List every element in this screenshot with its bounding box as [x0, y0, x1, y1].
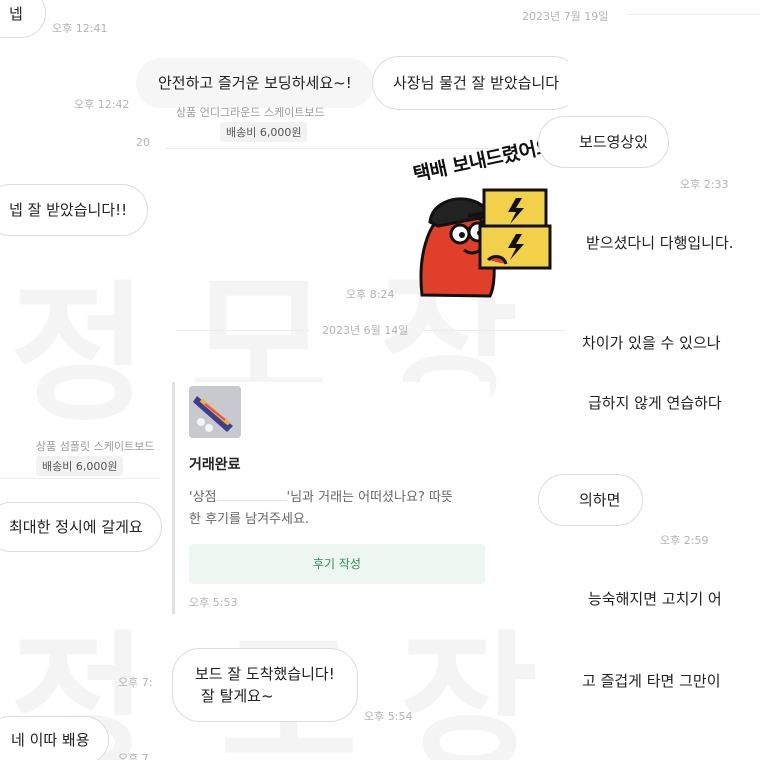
date-divider-line — [176, 330, 310, 331]
card-body-prefix: '상점 — [189, 490, 217, 505]
message-text-line: 잘 탈게요~ — [201, 687, 274, 705]
message-bubble: 최대한 정시에 갈게요 — [0, 502, 162, 552]
product-name: 상품 섬플릿 스케이트보드 — [36, 440, 155, 453]
message-text: 안전하고 즐거운 보딩하세요~! — [158, 74, 352, 92]
message-time: 오후 5:54 — [364, 710, 413, 723]
date-divider: 2023년 7월 19일 — [522, 10, 609, 23]
watermark-char: 정 — [10, 268, 149, 442]
message-text: 급하지 않게 연습하다 — [588, 394, 722, 412]
message-time: 오후 5:53 — [189, 596, 238, 609]
message-time: 오후 8:24 — [346, 288, 395, 301]
message-bubble: 안전하고 즐거운 보딩하세요~! — [136, 58, 374, 108]
message-bubble: 보드 잘 도착했습니다! 잘 탈게요~ — [172, 648, 358, 722]
message-bubble: 사장님 물건 잘 받았습니다 — [372, 56, 581, 110]
message-time: 오후 7: — [118, 676, 153, 689]
message-text: 능숙해지면 고치기 어 — [588, 590, 722, 608]
card-body-line2: 한 후기를 남겨주세요. — [189, 512, 310, 527]
message-bubble: 의하면 — [538, 474, 644, 526]
date-divider: 2023년 6월 14일 — [322, 324, 409, 337]
message-text: 사장님 물건 잘 받았습니다 — [393, 74, 560, 92]
product-thumbnail[interactable] — [189, 386, 241, 438]
message-text: 넵 — [9, 5, 23, 23]
message-time: 오후 2:59 — [660, 534, 709, 547]
message-bubble: 넵 — [0, 0, 46, 38]
message-bubble: 넵 잘 받았습니다!! — [0, 184, 149, 236]
message-time: 오후 12:41 — [52, 22, 108, 35]
message-text-line: 보드 잘 도착했습니다! — [195, 665, 335, 683]
write-review-button[interactable]: 후기 작성 — [189, 544, 485, 584]
divider — [0, 478, 160, 479]
card-title: 거래완료 — [189, 457, 241, 473]
transaction-complete-card: 거래완료 '상점 '님과 거래는 어떠셨나요? 따뜻 한 후기를 남겨주세요. 후… — [172, 382, 490, 614]
message-bubble: 보드영상있 — [538, 116, 670, 168]
message-time: 오후 2:33 — [680, 178, 729, 191]
date-divider-line — [628, 14, 760, 15]
watermark-char: 장 — [400, 618, 539, 760]
redacted-shop-name — [216, 491, 287, 501]
message-text: 차이가 있을 수 있으나 — [582, 334, 721, 352]
card-body-line1: '상점 '님과 거래는 어떠셨나요? 따뜻 — [189, 486, 453, 505]
message-time: 오후 7 — [118, 752, 149, 760]
product-info-partial: 상품 언디그라운드 스케이트보드 — [176, 104, 325, 120]
message-time: 오후 12:42 — [74, 98, 130, 111]
shipping-fee-badge: 배송비 6,000원 — [36, 456, 124, 476]
message-text: 의하면 — [579, 491, 621, 509]
message-text: 넵 잘 받았습니다!! — [9, 201, 128, 219]
message-text: 보드영상있 — [579, 133, 649, 151]
message-text: 네 이따 봬용 — [11, 731, 90, 749]
date-divider-partial: 20 — [136, 136, 150, 149]
skateboard-image-icon — [189, 386, 241, 438]
message-text: 받으셨다니 다행입니다. — [586, 234, 734, 252]
date-divider-line — [424, 330, 564, 331]
delivery-sticker: 택배 보내드렸어요 — [408, 135, 568, 300]
sticker-character-icon — [419, 188, 552, 298]
card-body-suffix: '님과 거래는 어떠셨나요? 따뜻 — [286, 490, 453, 505]
message-text: 고 즐겁게 타면 그만이 — [582, 672, 721, 690]
right-panel: 2023년 7월 19일 보드영상있 오후 2:33 받으셨다니 다행입니다. … — [522, 0, 760, 760]
message-text: 최대한 정시에 갈게요 — [9, 518, 143, 536]
shipping-fee-badge: 배송비 6,000원 — [220, 122, 308, 142]
product-name: 상품 언디그라운드 스케이트보드 — [176, 106, 325, 119]
product-info-partial: 상품 섬플릿 스케이트보드 — [36, 438, 154, 454]
message-bubble: 네 이따 봬용 — [0, 716, 109, 760]
